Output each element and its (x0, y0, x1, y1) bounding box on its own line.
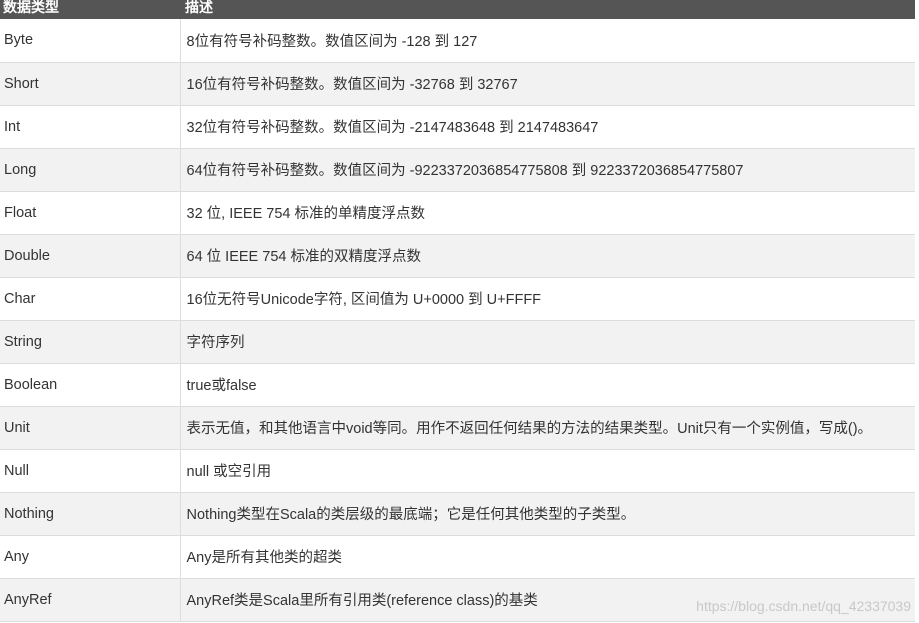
type-cell: Int (0, 105, 180, 149)
header-description: 描述 (185, 0, 213, 15)
type-cell: Short (0, 62, 180, 106)
type-cell: Null (0, 449, 180, 493)
table-row: Float 32 位, IEEE 754 标准的单精度浮点数 (0, 191, 915, 235)
type-cell: Long (0, 148, 180, 192)
description-cell: null 或空引用 (179, 449, 915, 493)
table-row: Short 16位有符号补码整数。数值区间为 -32768 到 32767 (0, 62, 915, 106)
table-body: Byte 8位有符号补码整数。数值区间为 -128 到 127 Short 16位有… (0, 19, 915, 622)
description-cell: Nothing类型在Scala的类层级的最底端；它是任何其他类型的子类型。 (179, 492, 915, 536)
type-cell: Byte (0, 19, 180, 63)
description-cell: Any是所有其他类的超类 (179, 535, 915, 579)
description-cell: 32位有符号补码整数。数值区间为 -2147483648 到 214748364… (179, 105, 915, 149)
table-row: Null null 或空引用 (0, 449, 915, 493)
table-row: Byte 8位有符号补码整数。数值区间为 -128 到 127 (0, 19, 915, 63)
description-cell: 32 位, IEEE 754 标准的单精度浮点数 (179, 191, 915, 235)
table-row: Boolean true或false (0, 363, 915, 407)
table-row: Any Any是所有其他类的超类 (0, 535, 915, 579)
description-cell: 16位无符号Unicode字符, 区间值为 U+0000 到 U+FFFF (179, 277, 915, 321)
type-cell: Any (0, 535, 180, 579)
table-row: String 字符序列 (0, 320, 915, 364)
table-row: Unit 表示无值，和其他语言中void等同。用作不返回任何结果的方法的结果类型。… (0, 406, 915, 450)
data-types-table: 数据类型 描述 Byte 8位有符号补码整数。数值区间为 -128 到 127 S… (0, 0, 915, 622)
table-row: Nothing Nothing类型在Scala的类层级的最底端；它是任何其他类型的… (0, 492, 915, 536)
table-row: AnyRef AnyRef类是Scala里所有引用类(reference clas… (0, 578, 915, 622)
table-row: Double 64 位 IEEE 754 标准的双精度浮点数 (0, 234, 915, 278)
type-cell: Double (0, 234, 180, 278)
header-row: 数据类型 描述 (0, 0, 915, 19)
table-header: 数据类型 描述 (0, 0, 915, 19)
description-cell: true或false (179, 363, 915, 407)
type-cell: Boolean (0, 363, 180, 407)
description-cell: 表示无值，和其他语言中void等同。用作不返回任何结果的方法的结果类型。Unit… (179, 406, 915, 450)
type-cell: Unit (0, 406, 180, 450)
header-type: 数据类型 (3, 0, 59, 15)
type-cell: Float (0, 191, 180, 235)
type-cell: Char (0, 277, 180, 321)
table-row: Int 32位有符号补码整数。数值区间为 -2147483648 到 214748… (0, 105, 915, 149)
description-cell: 64位有符号补码整数。数值区间为 -9223372036854775808 到 … (179, 148, 915, 192)
description-cell: 字符序列 (179, 320, 915, 364)
description-cell: AnyRef类是Scala里所有引用类(reference class)的基类 (179, 578, 915, 622)
table-row: Char 16位无符号Unicode字符, 区间值为 U+0000 到 U+FFF… (0, 277, 915, 321)
type-cell: AnyRef (0, 578, 180, 622)
description-cell: 64 位 IEEE 754 标准的双精度浮点数 (179, 234, 915, 278)
type-cell: Nothing (0, 492, 180, 536)
table-row: Long 64位有符号补码整数。数值区间为 -922337203685477580… (0, 148, 915, 192)
description-cell: 8位有符号补码整数。数值区间为 -128 到 127 (179, 19, 915, 63)
description-cell: 16位有符号补码整数。数值区间为 -32768 到 32767 (179, 62, 915, 106)
type-cell: String (0, 320, 180, 364)
